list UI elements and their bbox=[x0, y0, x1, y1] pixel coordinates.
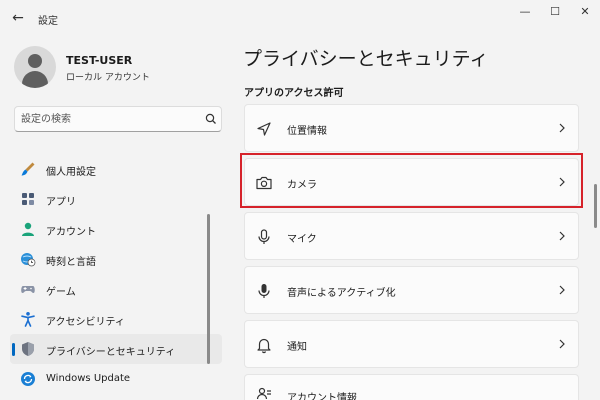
update-icon bbox=[21, 372, 35, 386]
chevron-right-icon bbox=[559, 231, 565, 241]
title-bar: ← 設定 — ☐ ✕ bbox=[0, 0, 600, 34]
brush-icon bbox=[21, 162, 35, 176]
sidebar-item-accounts[interactable]: アカウント bbox=[10, 214, 222, 244]
sidebar-item-personalization[interactable]: 個人用設定 bbox=[10, 154, 222, 184]
bell-icon bbox=[257, 338, 271, 354]
minimize-button[interactable]: — bbox=[510, 2, 540, 22]
accessibility-icon bbox=[21, 312, 35, 327]
section-title: アプリのアクセス許可 bbox=[244, 88, 344, 99]
app-title: 設定 bbox=[38, 16, 58, 27]
setting-label: 音声によるアクティブ化 bbox=[287, 288, 396, 299]
setting-voice-activation[interactable]: 音声によるアクティブ化 bbox=[244, 266, 579, 314]
gamepad-icon bbox=[21, 286, 35, 293]
setting-label: 位置情報 bbox=[287, 126, 327, 137]
search-box[interactable] bbox=[14, 106, 222, 132]
voice-activation-icon bbox=[258, 284, 270, 298]
sidebar-item-gaming[interactable]: ゲーム bbox=[10, 274, 222, 304]
account-info-icon bbox=[256, 387, 271, 400]
user-name: TEST-USER bbox=[66, 54, 133, 67]
maximize-button[interactable]: ☐ bbox=[540, 2, 570, 22]
avatar[interactable] bbox=[14, 46, 56, 88]
sidebar-item-label: アプリ bbox=[46, 197, 76, 208]
sidebar-item-apps[interactable]: アプリ bbox=[10, 184, 222, 214]
setting-location[interactable]: 位置情報 bbox=[244, 104, 579, 152]
sidebar-item-accessibility[interactable]: アクセシビリティ bbox=[10, 304, 222, 334]
sidebar-item-label: 個人用設定 bbox=[46, 167, 96, 178]
page-title: プライバシーとセキュリティ bbox=[243, 48, 489, 70]
sidebar-item-label: Windows Update bbox=[46, 373, 131, 384]
chevron-right-icon bbox=[559, 285, 565, 295]
setting-account-info[interactable]: アカウント情報 bbox=[244, 374, 579, 400]
account-type: ローカル アカウント bbox=[66, 73, 150, 83]
microphone-icon bbox=[258, 229, 270, 244]
sidebar-item-label: アクセシビリティ bbox=[46, 317, 125, 328]
setting-notifications[interactable]: 通知 bbox=[244, 320, 579, 368]
chevron-right-icon bbox=[559, 123, 565, 133]
chevron-right-icon bbox=[559, 339, 565, 349]
sidebar-item-time-language[interactable]: 時刻と言語 bbox=[10, 244, 222, 274]
search-input[interactable] bbox=[21, 111, 201, 127]
sidebar-nav: 個人用設定 アプリ アカウント 時刻と言語 ゲーム アクセシビリティ プライバシ… bbox=[10, 154, 222, 394]
search-icon[interactable] bbox=[204, 112, 218, 126]
shield-icon bbox=[22, 342, 34, 356]
settings-window: ← 設定 — ☐ ✕ TEST-USER ローカル アカウント 個人用設定 bbox=[0, 0, 600, 400]
avatar-shoulders bbox=[22, 71, 48, 88]
globe-clock-icon bbox=[21, 253, 36, 267]
location-icon bbox=[257, 122, 271, 136]
sidebar-item-label: 時刻と言語 bbox=[46, 257, 96, 268]
account-icon bbox=[22, 222, 34, 236]
selection-indicator bbox=[12, 343, 15, 356]
setting-microphone[interactable]: マイク bbox=[244, 212, 579, 260]
apps-icon bbox=[22, 193, 34, 205]
camera-highlight-box bbox=[240, 153, 583, 208]
sidebar-item-windows-update[interactable]: Windows Update bbox=[10, 364, 222, 394]
back-button[interactable]: ← bbox=[8, 8, 28, 28]
setting-label: マイク bbox=[287, 234, 317, 245]
sidebar-item-label: アカウント bbox=[46, 227, 96, 238]
sidebar-scrollbar[interactable] bbox=[207, 214, 210, 364]
avatar-head bbox=[28, 54, 42, 68]
setting-label: アカウント情報 bbox=[287, 393, 357, 400]
main-scrollbar[interactable] bbox=[594, 184, 597, 228]
sidebar-item-label: ゲーム bbox=[46, 287, 76, 298]
close-button[interactable]: ✕ bbox=[570, 2, 600, 22]
sidebar-item-label: プライバシーとセキュリティ bbox=[46, 347, 176, 358]
setting-label: 通知 bbox=[287, 342, 307, 353]
sidebar-item-privacy-security[interactable]: プライバシーとセキュリティ bbox=[10, 334, 222, 364]
